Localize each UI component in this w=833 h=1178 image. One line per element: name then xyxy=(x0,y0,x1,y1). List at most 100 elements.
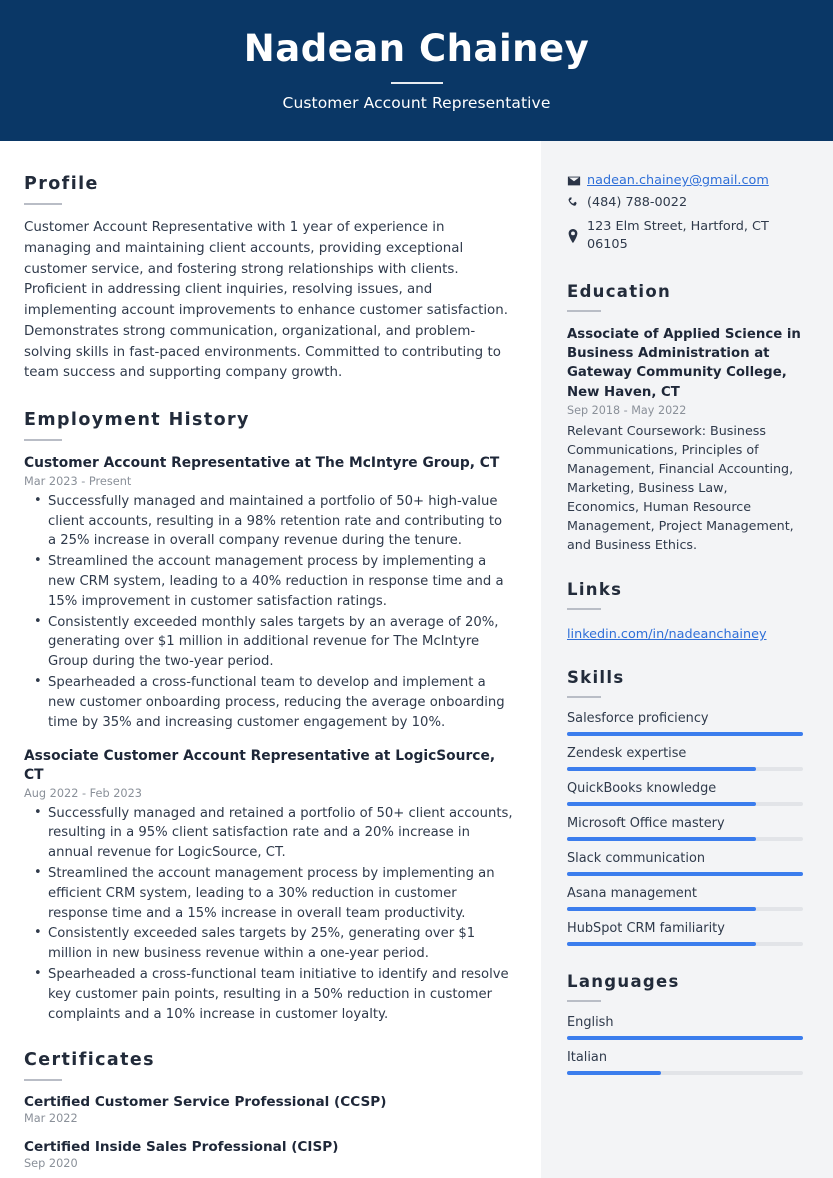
section-heading-languages: Languages xyxy=(567,972,680,992)
language-item-label: English xyxy=(567,1015,614,1031)
employment-date-range: Aug 2022 - Feb 2023 xyxy=(24,786,142,800)
skill-item-label: Zendesk expertise xyxy=(567,746,687,762)
section-employment-history: Employment History Customer Account Repr… xyxy=(24,410,513,1024)
employment-bullet: Successfully managed and retained a port… xyxy=(24,803,513,863)
section-divider xyxy=(567,1000,601,1003)
contact-row: (484) 788-0022 xyxy=(567,194,803,212)
links-list: linkedin.com/in/nadeanchainey xyxy=(567,623,803,642)
section-heading-links: Links xyxy=(567,580,623,600)
sidebar-column: nadean.chainey@gmail.com (484) 788-0022 12… xyxy=(541,141,833,1178)
section-education: Education Associate of Applied Science i… xyxy=(567,282,803,554)
profile-link[interactable]: linkedin.com/in/nadeanchainey xyxy=(567,627,767,642)
employment-bullet: Consistently exceeded sales targets by 2… xyxy=(24,923,513,964)
certificate-title: Certified Customer Service Professional … xyxy=(24,1094,387,1111)
language-item: Italian xyxy=(567,1050,803,1076)
employment-bullet: Streamlined the account management proce… xyxy=(24,863,513,923)
skill-item-level-fill xyxy=(567,732,803,737)
phone-icon xyxy=(567,196,587,209)
contact-text: 123 Elm Street, Hartford, CT 06105 xyxy=(587,218,769,252)
section-heading-employment: Employment History xyxy=(24,410,250,431)
skill-item-label: HubSpot CRM familiarity xyxy=(567,921,725,937)
section-certificates: Certificates Certified Customer Service … xyxy=(24,1050,513,1170)
languages-list: English Italian xyxy=(567,1015,803,1076)
employment-job-title: Associate Customer Account Representativ… xyxy=(24,748,496,783)
education-degree: Associate of Applied Science in Business… xyxy=(567,326,801,400)
skill-item-level-track xyxy=(567,872,803,877)
certificate-entry: Certified Customer Service Professional … xyxy=(24,1094,513,1125)
language-item-level-fill xyxy=(567,1071,662,1076)
contact-row[interactable]: nadean.chainey@gmail.com xyxy=(567,173,803,188)
employment-date-range: Mar 2023 - Present xyxy=(24,474,132,488)
employment-bullet: Spearheaded a cross-functional team init… xyxy=(24,964,513,1024)
skill-item-level-fill xyxy=(567,907,756,912)
skill-item: HubSpot CRM familiarity xyxy=(567,921,803,947)
skill-item: Asana management xyxy=(567,886,803,912)
employment-bullet-list: Successfully managed and maintained a po… xyxy=(24,491,513,733)
page-title: Nadean Chainey xyxy=(243,27,590,71)
section-divider xyxy=(24,439,62,442)
section-languages: Languages English Italian xyxy=(567,972,803,1076)
skill-item-level-track xyxy=(567,802,803,807)
language-item-level-track xyxy=(567,1036,803,1041)
section-divider xyxy=(24,1079,62,1082)
skill-item-level-fill xyxy=(567,802,756,807)
education-date: Sep 2018 - May 2022 xyxy=(567,403,687,417)
main-column: Profile Customer Account Representative … xyxy=(0,141,541,1178)
certificate-date: Sep 2020 xyxy=(24,1157,78,1171)
skill-item-label: Slack communication xyxy=(567,851,706,867)
certificate-date: Mar 2022 xyxy=(24,1112,78,1126)
skill-item-label: Salesforce proficiency xyxy=(567,711,709,727)
section-heading-skills: Skills xyxy=(567,668,625,688)
skill-item-level-track xyxy=(567,907,803,912)
employment-bullet: Consistently exceeded monthly sales targ… xyxy=(24,612,513,672)
skill-item-label: QuickBooks knowledge xyxy=(567,781,717,797)
skill-item: Microsoft Office mastery xyxy=(567,816,803,842)
skill-item-level-fill xyxy=(567,872,803,877)
education-description: Relevant Coursework: Business Communicat… xyxy=(567,422,794,553)
skill-item-level-fill xyxy=(567,942,756,947)
certificates-list: Certified Customer Service Professional … xyxy=(24,1094,513,1170)
skill-item: Zendesk expertise xyxy=(567,746,803,772)
employment-entry: Customer Account Representative at The M… xyxy=(24,454,513,732)
contact-list: nadean.chainey@gmail.com (484) 788-0022 12… xyxy=(567,173,803,254)
skill-item-label: Asana management xyxy=(567,886,697,902)
certificate-title: Certified Inside Sales Professional (CIS… xyxy=(24,1139,339,1156)
language-item: English xyxy=(567,1015,803,1041)
section-heading-certificates: Certificates xyxy=(24,1050,155,1071)
section-divider xyxy=(567,608,601,611)
envelope-icon xyxy=(567,174,587,188)
location-pin-icon xyxy=(567,228,587,243)
employment-bullet: Successfully managed and maintained a po… xyxy=(24,491,513,551)
header-divider xyxy=(390,81,443,84)
contact-text: (484) 788-0022 xyxy=(587,195,688,210)
resume-body: Profile Customer Account Representative … xyxy=(0,141,833,1178)
employment-bullet-list: Successfully managed and retained a port… xyxy=(24,803,513,1025)
skills-list: Salesforce proficiency Zendesk expertise Q… xyxy=(567,711,803,947)
header-job-title: Customer Account Representative xyxy=(282,93,551,112)
section-divider xyxy=(567,696,601,699)
language-item-level-track xyxy=(567,1071,803,1076)
employment-list: Customer Account Representative at The M… xyxy=(24,454,513,1024)
section-heading-profile: Profile xyxy=(24,174,99,194)
certificate-entry: Certified Inside Sales Professional (CIS… xyxy=(24,1139,513,1170)
contact-email-link[interactable]: nadean.chainey@gmail.com xyxy=(587,173,769,188)
profile-text: Customer Account Representative with 1 y… xyxy=(24,220,508,381)
section-profile: Profile Customer Account Representative … xyxy=(24,174,513,384)
skill-item: QuickBooks knowledge xyxy=(567,781,803,807)
skill-item: Salesforce proficiency xyxy=(567,711,803,737)
section-divider xyxy=(567,309,601,312)
skill-item-label: Microsoft Office mastery xyxy=(567,816,725,832)
employment-bullet: Streamlined the account management proce… xyxy=(24,551,513,611)
section-links: Links linkedin.com/in/nadeanchainey xyxy=(567,580,803,642)
resume-page: Nadean Chainey Customer Account Represen… xyxy=(0,0,833,1178)
skill-item-level-track xyxy=(567,767,803,772)
employment-bullet: Spearheaded a cross-functional team to d… xyxy=(24,672,513,732)
skill-item-level-track xyxy=(567,942,803,947)
section-heading-education: Education xyxy=(567,281,672,301)
contact-row: 123 Elm Street, Hartford, CT 06105 xyxy=(567,218,803,254)
resume-header: Nadean Chainey Customer Account Represen… xyxy=(0,0,833,141)
skill-item: Slack communication xyxy=(567,851,803,877)
employment-job-title: Customer Account Representative at The M… xyxy=(24,455,500,472)
skill-item-level-track xyxy=(567,837,803,842)
employment-entry: Associate Customer Account Representativ… xyxy=(24,747,513,1024)
